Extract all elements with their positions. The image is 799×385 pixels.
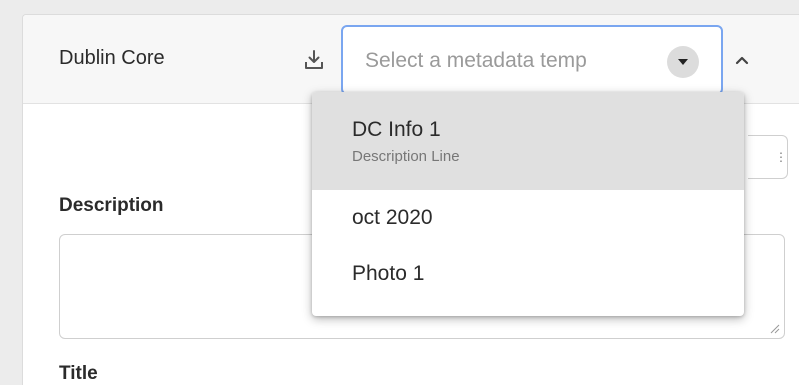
caret-down-icon[interactable] — [667, 46, 699, 78]
metadata-template-select[interactable]: Select a metadata temp — [341, 25, 723, 95]
option-label: oct 2020 — [352, 206, 433, 229]
dropdown-option[interactable]: DC Info 1 Description Line — [312, 92, 744, 190]
option-label: Photo 1 — [352, 262, 425, 285]
title-label: Title — [59, 363, 98, 384]
chevron-up-icon[interactable] — [732, 50, 752, 70]
download-icon[interactable] — [303, 49, 325, 71]
field-select-stub[interactable]: ⋮ — [748, 135, 788, 179]
stub-caret-icon: ⋮ — [775, 150, 787, 164]
resize-handle-icon[interactable] — [770, 324, 780, 334]
panel-header: Dublin Core Select a metadata temp — [23, 15, 799, 104]
select-placeholder: Select a metadata temp — [365, 49, 587, 72]
dropdown-option[interactable]: oct 2020 — [312, 190, 744, 246]
dropdown-option[interactable]: Photo 1 — [312, 246, 744, 302]
panel-title: Dublin Core — [59, 47, 165, 69]
option-sublabel: Description Line — [352, 148, 460, 165]
template-dropdown-menu: DC Info 1 Description Line oct 2020 Phot… — [312, 92, 744, 316]
description-label: Description — [59, 195, 164, 216]
option-label: DC Info 1 — [352, 118, 441, 141]
